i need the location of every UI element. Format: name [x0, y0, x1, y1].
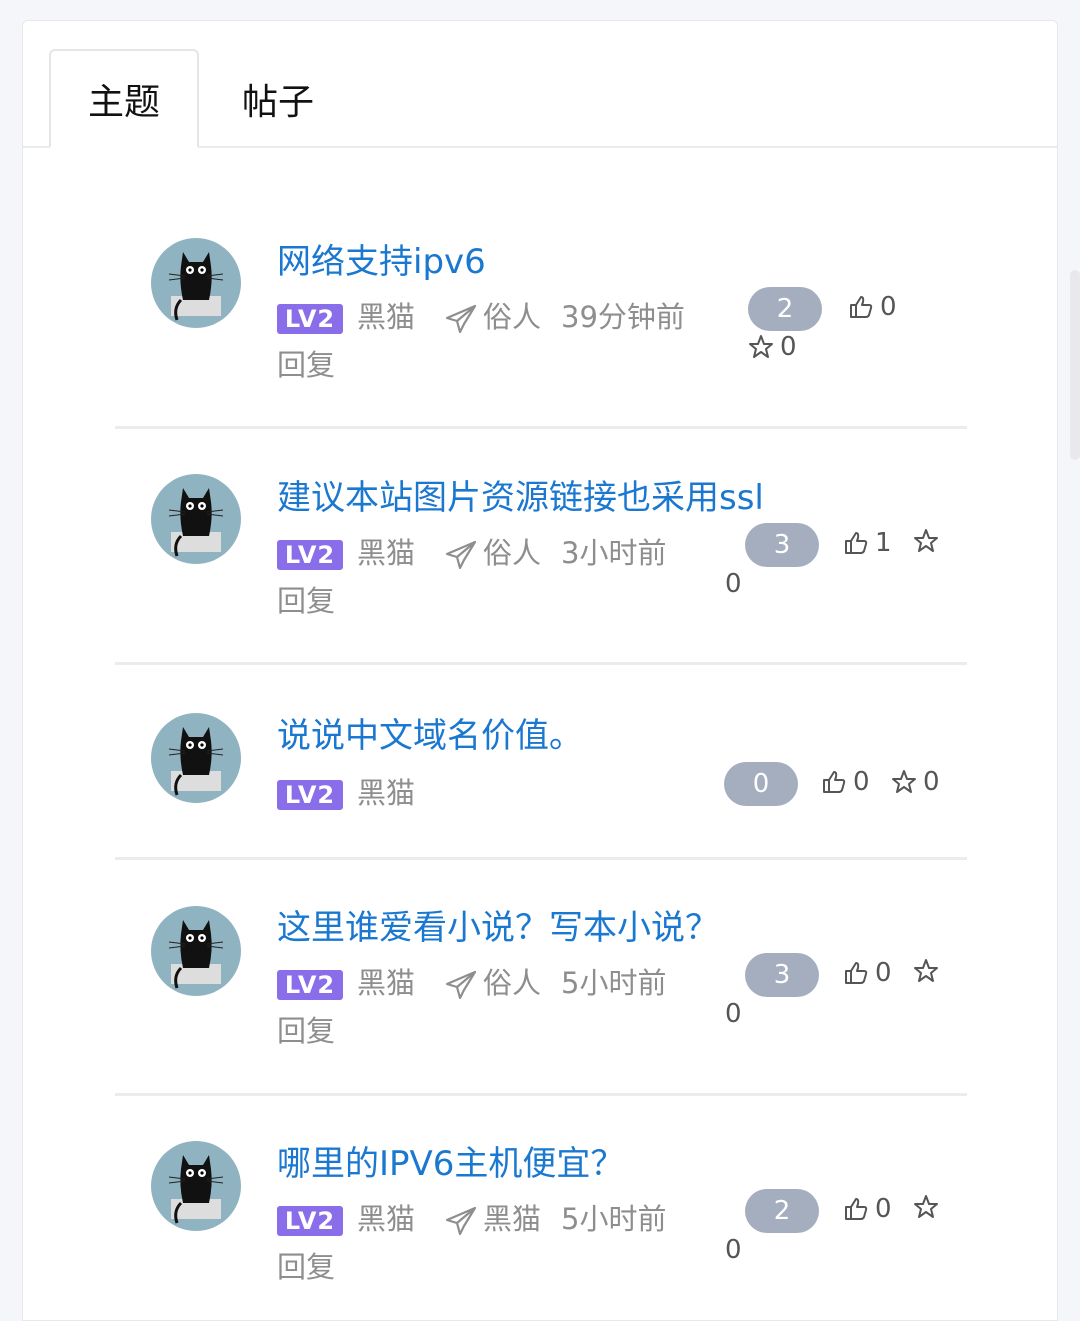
favorite-stat[interactable]: 0 [891, 767, 940, 797]
level-badge: LV2 [277, 1206, 343, 1236]
topic-meta: LV2 黑猫 [277, 769, 697, 817]
last-reply-user[interactable]: 俗人 [483, 300, 541, 334]
favorite-count: 0 [780, 332, 797, 362]
paper-plane-icon [445, 1206, 477, 1236]
tab-topics[interactable]: 主题 [49, 49, 199, 148]
level-badge: LV2 [277, 970, 343, 1000]
reply-label: 回复 [277, 1250, 336, 1284]
topic-panel: 主题 帖子 网络支持ipv6 LV2 黑猫 俗人 39分钟前 回复 2 0 0 … [22, 20, 1058, 1321]
level-badge: LV2 [277, 540, 343, 570]
favorite-count: 0 [923, 767, 940, 797]
like-stat[interactable]: 0 [843, 1194, 892, 1224]
star-icon [914, 1195, 938, 1218]
author-name[interactable]: 黑猫 [357, 536, 415, 570]
avatar[interactable] [151, 1141, 241, 1231]
thumbs-up-icon [845, 1198, 868, 1220]
author-name[interactable]: 黑猫 [357, 300, 415, 334]
cat-avatar-icon [168, 1155, 224, 1224]
paper-plane-icon [445, 304, 477, 334]
reply-count-badge: 2 [745, 1189, 819, 1233]
tab-posts[interactable]: 帖子 [203, 49, 353, 148]
list-item: 哪里的IPV6主机便宜？ LV2 黑猫 黑猫 5小时前 回复 2 0 0 [115, 1096, 967, 1311]
cat-avatar-icon [168, 252, 224, 321]
like-stat[interactable]: 0 [821, 767, 870, 797]
topic-meta: LV2 黑猫 俗人 5小时前 回复 [277, 959, 697, 1055]
like-stat[interactable]: 0 [843, 958, 892, 988]
topic-meta: LV2 黑猫 俗人 39分钟前 回复 [277, 293, 697, 389]
reply-time: 5小时前 [561, 1202, 667, 1236]
reply-count-badge: 3 [745, 953, 819, 997]
thumbs-up-icon [845, 532, 868, 554]
avatar[interactable] [151, 906, 241, 996]
thumbs-up-icon [823, 771, 846, 793]
level-badge: LV2 [277, 780, 343, 810]
favorite-count: 0 [725, 569, 742, 599]
tab-bar: 主题 帖子 [23, 21, 1057, 148]
topic-title[interactable]: 这里谁爱看小说？写本小说？ [277, 900, 719, 949]
favorite-count: 0 [725, 999, 742, 1029]
last-reply-user[interactable]: 俗人 [483, 966, 541, 1000]
author-name[interactable]: 黑猫 [357, 776, 415, 810]
favorite-stat[interactable] [913, 1194, 939, 1220]
reply-label: 回复 [277, 584, 336, 618]
reply-label: 回复 [277, 1014, 336, 1048]
level-badge: LV2 [277, 304, 343, 334]
reply-count-badge: 3 [745, 523, 819, 567]
favorite-count: 0 [725, 1235, 742, 1265]
star-icon [892, 770, 916, 793]
like-count: 0 [880, 292, 897, 322]
cat-avatar-icon [168, 488, 224, 557]
reply-count-badge: 2 [748, 287, 822, 331]
cat-avatar-icon [168, 727, 224, 796]
reply-count-badge: 0 [724, 762, 798, 806]
reply-label: 回复 [277, 348, 336, 382]
like-stat[interactable]: 0 [848, 292, 897, 322]
thumbs-up-icon [845, 962, 868, 984]
avatar[interactable] [151, 713, 241, 803]
like-count: 0 [875, 958, 892, 988]
favorite-stat[interactable] [913, 958, 939, 984]
author-name[interactable]: 黑猫 [357, 966, 415, 1000]
topic-title[interactable]: 网络支持ipv6 [277, 234, 486, 283]
reply-time: 5小时前 [561, 966, 667, 1000]
star-icon [914, 959, 938, 982]
topic-title[interactable]: 说说中文域名价值。 [277, 708, 583, 757]
list-item: 这里谁爱看小说？写本小说？ LV2 黑猫 俗人 5小时前 回复 3 0 0 [115, 860, 967, 1096]
topic-title[interactable]: 建议本站图片资源链接也采用ssl [277, 470, 764, 519]
reply-time: 3小时前 [561, 536, 667, 570]
topic-list: 网络支持ipv6 LV2 黑猫 俗人 39分钟前 回复 2 0 0 建议本站图片… [115, 216, 967, 1311]
author-name[interactable]: 黑猫 [357, 1202, 415, 1236]
cat-avatar-icon [168, 920, 224, 989]
scrollbar[interactable] [1070, 270, 1080, 460]
list-item: 网络支持ipv6 LV2 黑猫 俗人 39分钟前 回复 2 0 0 [115, 216, 967, 429]
reply-time: 39分钟前 [561, 300, 685, 334]
list-item: 建议本站图片资源链接也采用ssl LV2 黑猫 俗人 3小时前 回复 3 1 0 [115, 429, 967, 665]
last-reply-user[interactable]: 俗人 [483, 536, 541, 570]
like-stat[interactable]: 1 [843, 528, 892, 558]
paper-plane-icon [445, 540, 477, 570]
favorite-stat[interactable]: 0 [748, 332, 797, 362]
like-count: 0 [853, 767, 870, 797]
paper-plane-icon [445, 970, 477, 1000]
last-reply-user[interactable]: 黑猫 [483, 1202, 541, 1236]
like-count: 1 [875, 528, 892, 558]
like-count: 0 [875, 1194, 892, 1224]
topic-title[interactable]: 哪里的IPV6主机便宜？ [277, 1136, 624, 1185]
topic-meta: LV2 黑猫 俗人 3小时前 回复 [277, 529, 697, 625]
favorite-stat[interactable] [913, 528, 939, 554]
topic-meta: LV2 黑猫 黑猫 5小时前 回复 [277, 1195, 697, 1291]
star-icon [749, 335, 773, 358]
thumbs-up-icon [850, 296, 873, 318]
avatar[interactable] [151, 238, 241, 328]
list-item: 说说中文域名价值。 LV2 黑猫 0 0 0 [115, 665, 967, 860]
avatar[interactable] [151, 474, 241, 564]
star-icon [914, 529, 938, 552]
